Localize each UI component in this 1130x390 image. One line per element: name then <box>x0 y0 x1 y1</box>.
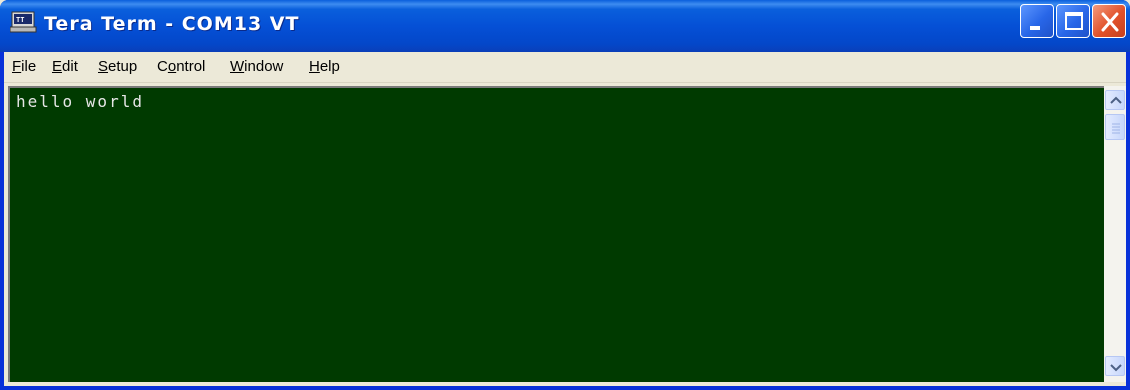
svg-text:TT: TT <box>16 16 24 24</box>
close-button[interactable] <box>1092 4 1126 38</box>
close-icon <box>1101 12 1119 32</box>
maximize-button[interactable] <box>1056 4 1090 38</box>
menu-file[interactable]: File <box>12 58 36 75</box>
menu-help[interactable]: Help <box>309 58 340 75</box>
scroll-thumb-grip-icon <box>1112 123 1120 134</box>
title-bar[interactable]: TT Tera Term - COM13 VT <box>0 0 1130 52</box>
menu-bar: File Edit Setup Control Window Help <box>4 52 1126 83</box>
scroll-up-button[interactable] <box>1105 90 1125 110</box>
minimize-button[interactable] <box>1020 4 1054 38</box>
scroll-thumb[interactable] <box>1105 114 1125 140</box>
window-client-area: File Edit Setup Control Window Help hell… <box>4 52 1126 386</box>
minimize-icon <box>1030 26 1040 30</box>
tera-term-window: TT Tera Term - COM13 VT File Edit Setup … <box>0 0 1130 390</box>
tera-term-app-icon[interactable]: TT <box>9 11 38 33</box>
terminal-output: hello world <box>16 92 144 111</box>
menu-setup[interactable]: Setup <box>98 58 137 75</box>
terminal-screen[interactable]: hello world <box>8 86 1104 382</box>
scroll-down-arrow-icon <box>1110 364 1122 372</box>
menu-edit[interactable]: Edit <box>52 58 78 75</box>
menu-window[interactable]: Window <box>230 58 283 75</box>
window-title: Tera Term - COM13 VT <box>44 13 300 35</box>
vertical-scrollbar[interactable] <box>1104 86 1126 382</box>
scroll-up-arrow-icon <box>1110 96 1122 104</box>
scroll-down-button[interactable] <box>1105 356 1125 376</box>
menu-control[interactable]: Control <box>157 58 205 75</box>
maximize-icon <box>1065 12 1083 30</box>
